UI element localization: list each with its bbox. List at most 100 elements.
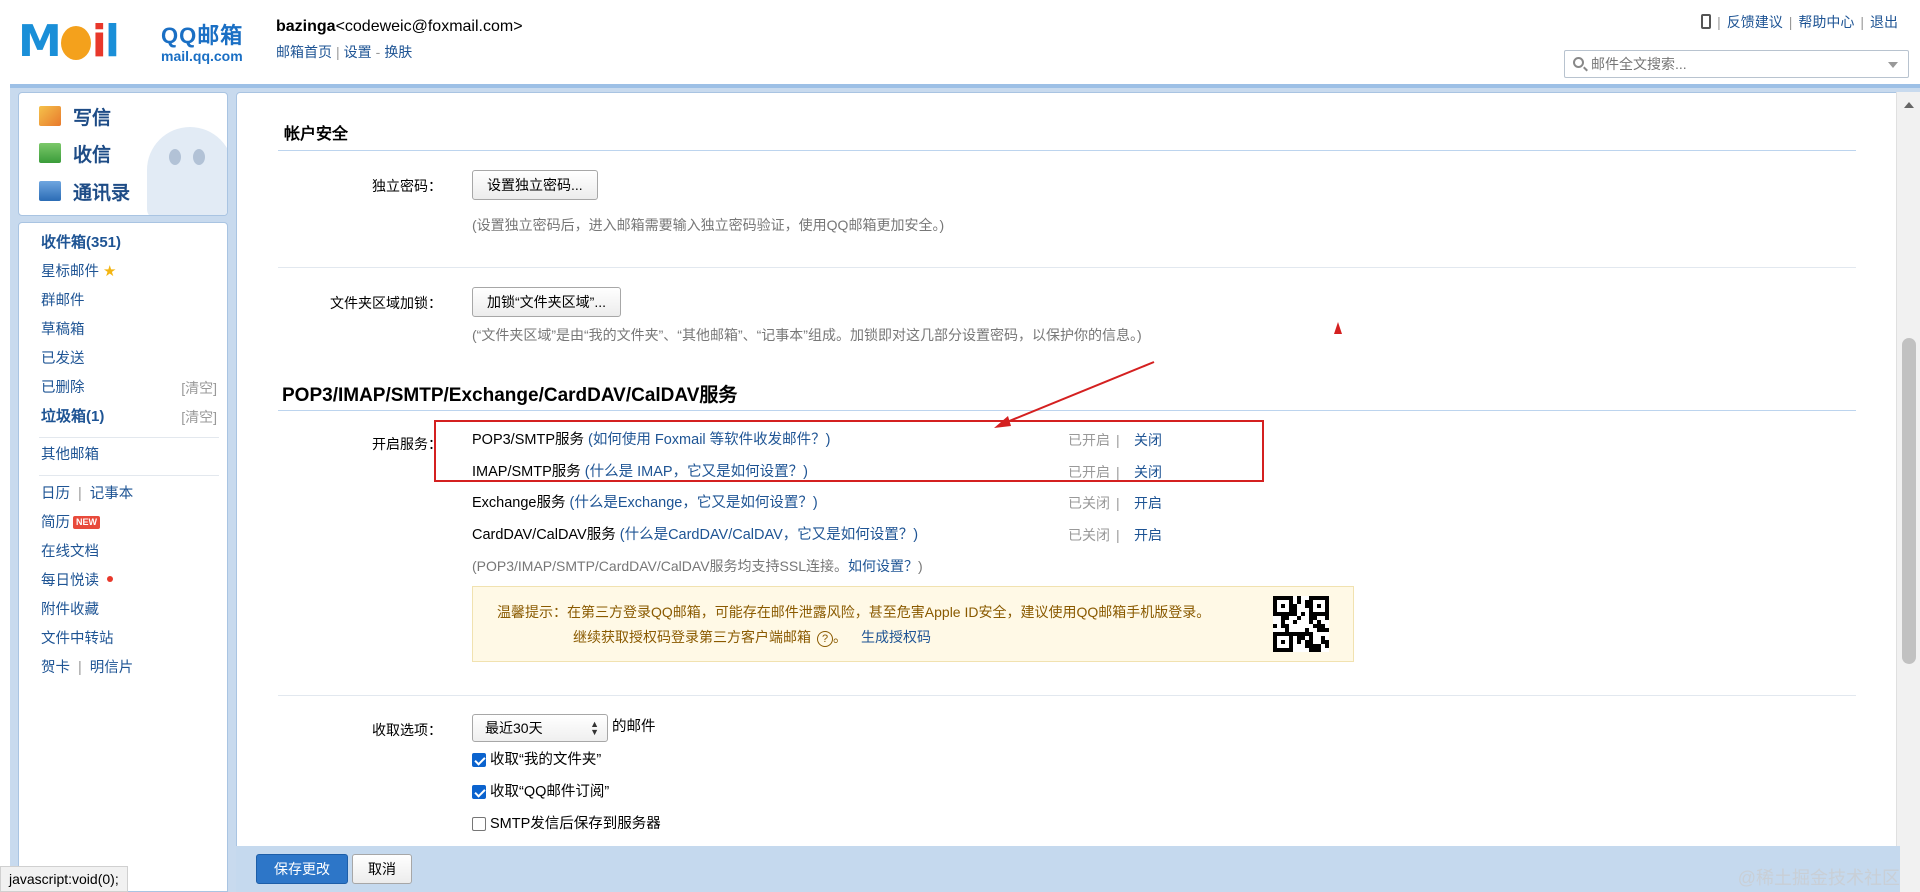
service-carddav-toggle[interactable]: 开启 bbox=[1134, 525, 1162, 545]
ssl-hint-end: ) bbox=[918, 558, 923, 574]
service-name: Exchange服务 bbox=[472, 495, 566, 511]
folder-group-mail[interactable]: 群邮件 bbox=[41, 291, 85, 311]
contacts-label: 通讯录 bbox=[73, 182, 131, 204]
tip-dot: 。 bbox=[833, 629, 847, 645]
unread-dot-icon bbox=[107, 576, 113, 582]
qr-cell bbox=[1285, 616, 1289, 620]
service-help-link[interactable]: (什么是Exchange，它又是如何设置？) bbox=[570, 495, 818, 511]
app-postcards[interactable]: 明信片 bbox=[90, 660, 134, 676]
folder-lock-hint: (“文件夹区域”是由“我的文件夹”、“其他邮箱”、“记事本”组成。加锁即对这几部… bbox=[472, 327, 1142, 343]
divider: | bbox=[1788, 14, 1793, 30]
app-notes[interactable]: 记事本 bbox=[90, 486, 134, 502]
link-logout[interactable]: 退出 bbox=[1870, 14, 1898, 30]
checkbox-checked-icon[interactable] bbox=[472, 785, 486, 799]
inbox-download-icon bbox=[39, 143, 61, 163]
lock-folder-area-button[interactable]: 加锁“文件夹区域”... bbox=[472, 287, 621, 317]
app-attachments[interactable]: 附件收藏 bbox=[41, 600, 99, 620]
app-daily-reading[interactable]: 每日悦读 bbox=[41, 571, 113, 591]
app-resume[interactable]: 简历 NEW bbox=[41, 513, 100, 533]
brand-name: QQ邮箱 bbox=[161, 23, 244, 48]
phone-icon[interactable] bbox=[1701, 14, 1712, 29]
user-name: bazinga bbox=[276, 18, 336, 35]
user-links: 邮箱首页 | 设置 - 换肤 bbox=[276, 42, 412, 62]
new-badge: NEW bbox=[73, 516, 100, 529]
scroll-up-icon[interactable] bbox=[1904, 102, 1914, 108]
divider bbox=[278, 695, 1856, 696]
security-tip-box: 温馨提示：在第三方登录QQ邮箱，可能存在邮件泄露风险，甚至危害Apple ID安… bbox=[472, 586, 1354, 662]
clear-deleted-link[interactable]: [清空] bbox=[181, 378, 217, 398]
chevron-down-icon[interactable] bbox=[1888, 62, 1898, 68]
checkbox-smtp-save-sent[interactable]: SMTP发信后保存到服务器 bbox=[472, 814, 661, 834]
qr-cell bbox=[1273, 624, 1277, 628]
compose-button[interactable]: 写信 bbox=[39, 101, 111, 131]
divider bbox=[278, 410, 1856, 411]
ssl-how-link[interactable]: 如何设置？ bbox=[848, 558, 918, 574]
link-mail-home[interactable]: 邮箱首页 bbox=[276, 44, 332, 60]
divider: | bbox=[1116, 527, 1120, 543]
checkbox-label: 收取“QQ邮件订阅” bbox=[490, 784, 610, 800]
qr-cell bbox=[1297, 616, 1301, 620]
clear-spam-link[interactable]: [清空] bbox=[181, 407, 217, 427]
folder-starred[interactable]: 星标邮件 ★ bbox=[41, 262, 116, 282]
app-row-cards: 贺卡 | 明信片 bbox=[41, 658, 133, 678]
divider bbox=[39, 475, 219, 476]
service-exchange-toggle[interactable]: 开启 bbox=[1134, 493, 1162, 513]
help-question-icon[interactable]: ? bbox=[817, 631, 833, 647]
folder-deleted[interactable]: 已删除 bbox=[41, 378, 85, 398]
divider: | bbox=[336, 44, 340, 60]
divider bbox=[278, 267, 1856, 268]
link-help[interactable]: 帮助中心 bbox=[1798, 14, 1854, 30]
service-help-link[interactable]: (什么是CardDAV/CalDAV，它又是如何设置？) bbox=[620, 527, 918, 543]
app-file-transfer[interactable]: 文件中转站 bbox=[41, 629, 114, 649]
qr-cell bbox=[1325, 644, 1329, 648]
folder-starred-label: 星标邮件 bbox=[41, 264, 99, 280]
receive-button[interactable]: 收信 bbox=[39, 138, 111, 168]
qq-mail-logo[interactable]: Mil QQ邮箱 mail.qq.com bbox=[18, 14, 258, 70]
search-box[interactable] bbox=[1564, 50, 1909, 78]
compose-label: 写信 bbox=[73, 107, 112, 129]
service-carddav-caldav: CardDAV/CalDAV服务 (什么是CardDAV/CalDAV，它又是如… bbox=[472, 525, 918, 545]
folder-other-mailboxes[interactable]: 其他邮箱 bbox=[41, 445, 99, 465]
folder-drafts[interactable]: 草稿箱 bbox=[41, 320, 85, 340]
user-identity: bazinga<codeweic@foxmail.com> bbox=[276, 18, 523, 36]
divider bbox=[278, 150, 1856, 151]
checkbox-fetch-subscriptions[interactable]: 收取“QQ邮件订阅” bbox=[472, 782, 609, 802]
checkbox-fetch-my-folders[interactable]: 收取“我的文件夹” bbox=[472, 750, 601, 770]
contacts-icon bbox=[39, 181, 61, 201]
cancel-button[interactable]: 取消 bbox=[352, 854, 412, 884]
checkbox-unchecked-icon[interactable] bbox=[472, 817, 486, 831]
independent-password-hint: (设置独立密码后，进入邮箱需要输入独立密码验证，使用QQ邮箱更加安全。) bbox=[472, 217, 945, 233]
qr-cell bbox=[1301, 612, 1305, 616]
set-independent-password-button[interactable]: 设置独立密码... bbox=[472, 170, 598, 200]
generate-auth-code-link[interactable]: 生成授权码 bbox=[861, 629, 931, 645]
qr-cell bbox=[1317, 648, 1321, 652]
save-changes-button[interactable]: 保存更改 bbox=[256, 854, 348, 884]
qr-cell bbox=[1297, 640, 1301, 644]
top-links: | 反馈建议 | 帮助中心 | 退出 bbox=[1701, 12, 1898, 32]
qr-cell bbox=[1325, 616, 1329, 620]
search-input[interactable] bbox=[1591, 54, 1881, 74]
link-feedback[interactable]: 反馈建议 bbox=[1727, 14, 1783, 30]
folder-inbox[interactable]: 收件箱(351) bbox=[41, 233, 121, 253]
folder-list: 收件箱(351) 星标邮件 ★ 群邮件 草稿箱 已发送 已删除 [清空] 垃圾箱… bbox=[18, 222, 228, 892]
checkbox-checked-icon[interactable] bbox=[472, 753, 486, 767]
link-settings[interactable]: 设置 bbox=[344, 44, 372, 60]
tip-line-1: 温馨提示：在第三方登录QQ邮箱，可能存在邮件泄露风险，甚至危害Apple ID安… bbox=[497, 604, 1211, 620]
search-icon bbox=[1573, 57, 1584, 68]
fetch-range-select[interactable]: 最近30天 ▲ ▼ bbox=[472, 714, 608, 742]
scrollbar-thumb[interactable] bbox=[1902, 338, 1916, 664]
link-skin[interactable]: 换肤 bbox=[384, 44, 412, 60]
folder-sent[interactable]: 已发送 bbox=[41, 349, 85, 369]
watermark-text: @稀土掘金技术社区 bbox=[1737, 868, 1900, 888]
fetch-range-suffix: 的邮件 bbox=[612, 719, 656, 735]
folder-lock-label: 文件夹区域加锁： bbox=[330, 295, 442, 311]
contacts-button[interactable]: 通讯录 bbox=[39, 176, 130, 206]
app-calendar[interactable]: 日历 bbox=[41, 486, 70, 502]
app-greeting-cards[interactable]: 贺卡 bbox=[41, 660, 70, 676]
qr-cell bbox=[1317, 604, 1321, 608]
app-online-docs[interactable]: 在线文档 bbox=[41, 542, 99, 562]
folder-spam[interactable]: 垃圾箱(1) bbox=[41, 407, 104, 427]
vertical-scrollbar[interactable] bbox=[1896, 92, 1920, 892]
qr-cell bbox=[1289, 648, 1293, 652]
top-header: Mil QQ邮箱 mail.qq.com bazinga<codeweic@fo… bbox=[0, 0, 1920, 86]
